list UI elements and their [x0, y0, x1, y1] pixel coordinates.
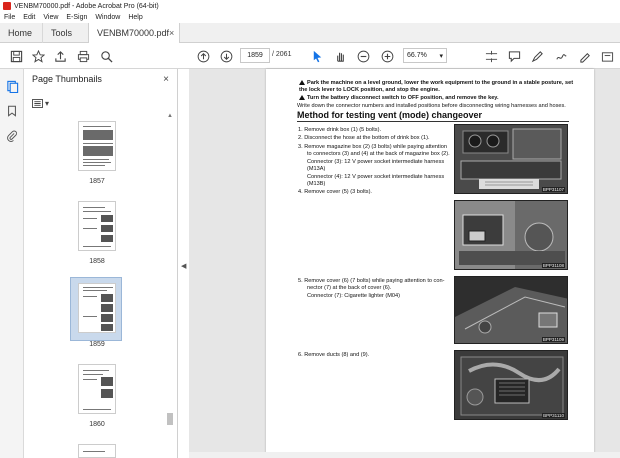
figure-ducts: BPP31110: [454, 350, 568, 420]
figure-cover-5: BPP31108: [454, 200, 568, 270]
step-2: 2. Disconnect the hose at the bottom of …: [298, 135, 430, 141]
draw-icon[interactable]: [554, 49, 568, 63]
fit-page-icon[interactable]: [484, 49, 498, 63]
menu-file[interactable]: File: [0, 14, 19, 21]
page-thumbnail-1859[interactable]: [78, 283, 116, 333]
title-bar: VENBM70000.pdf - Adobe Acrobat Pro (64-b…: [0, 0, 620, 12]
fill-sign-icon[interactable]: [578, 49, 592, 63]
page-thumbnail-1857[interactable]: [78, 121, 116, 171]
heading-underline: [297, 121, 569, 122]
search-icon[interactable]: [99, 49, 113, 63]
tab-tools[interactable]: Tools: [42, 23, 88, 43]
page-thumbnail-next[interactable]: [78, 444, 116, 458]
thumbnail-label-1858: 1858: [89, 258, 105, 265]
attachments-icon[interactable]: [5, 129, 19, 143]
thumbnail-label-1859: 1859: [89, 341, 105, 348]
step-4: 4. Remove cover (5) (3 bolts).: [298, 189, 372, 195]
upload-icon[interactable]: [53, 49, 67, 63]
step-3-line-6: (M13B): [307, 181, 326, 187]
panel-title: Page Thumbnails: [32, 74, 102, 84]
step-5-line-1: 5. Remove cover (6) (7 bolts) while payi…: [298, 278, 445, 284]
step-3-line-4: (M13A): [307, 166, 326, 172]
step-6: 6. Remove ducts (8) and (9).: [298, 352, 370, 358]
acrobat-app-icon: [3, 2, 11, 10]
list-options-icon: [32, 98, 43, 108]
step-5-line-3: Connector (7): Cigarette lighter (M04): [307, 293, 400, 299]
menu-window[interactable]: Window: [91, 14, 124, 21]
zoom-value: 66.7%: [407, 52, 427, 59]
note-text: Write down the connector numbers and ins…: [297, 103, 566, 109]
comment-icon[interactable]: [507, 49, 521, 63]
step-1: 1. Remove drink box (1) (5 bolts).: [298, 127, 382, 133]
figure-caption-2: BPP31108: [541, 263, 565, 268]
share-icon[interactable]: [600, 49, 614, 63]
highlight-pen-icon[interactable]: [530, 49, 544, 63]
tab-document[interactable]: VENBM70000.pdf ×: [88, 23, 180, 43]
step-3-line-2: to connectors (3) and (4) at the back of…: [307, 151, 450, 157]
thumbnail-panel-scrollbar[interactable]: ▲: [166, 113, 174, 458]
figure-magazine-box: BPP31107: [454, 124, 568, 194]
bookmark-star-icon[interactable]: [31, 49, 45, 63]
tab-home[interactable]: Home: [0, 23, 42, 43]
menu-help[interactable]: Help: [124, 14, 146, 21]
page-total: / 2061: [272, 51, 292, 58]
page-thumbnails-icon[interactable]: [5, 79, 19, 93]
close-panel-icon[interactable]: ×: [163, 74, 169, 85]
viewer-horizontal-scrollbar[interactable]: [189, 452, 620, 458]
tab-bar: Home Tools VENBM70000.pdf ×: [0, 23, 620, 43]
thumbnail-label-1860: 1860: [89, 421, 105, 428]
save-icon[interactable]: [9, 49, 23, 63]
step-3-line-5: Connector (4): 12 V power socket interme…: [307, 174, 445, 180]
next-page-icon[interactable]: [219, 49, 233, 63]
menu-esign[interactable]: E-Sign: [62, 14, 91, 21]
left-navigation-rail: [0, 69, 24, 458]
print-icon[interactable]: [76, 49, 90, 63]
zoom-in-icon[interactable]: [380, 49, 394, 63]
page-thumbnail-1858[interactable]: [78, 201, 116, 251]
toolbar: 1859 / 2061 66.7% ▾: [0, 43, 620, 69]
step-5-line-2: nector (7) at the back of cover (6).: [307, 285, 392, 291]
warning-triangle-icon: [299, 95, 305, 100]
warning-text-2: Turn the battery disconnect switch to OF…: [299, 95, 574, 102]
menu-edit[interactable]: Edit: [19, 14, 39, 21]
window-title: VENBM70000.pdf - Adobe Acrobat Pro (64-b…: [14, 2, 159, 10]
warning-triangle-icon: [299, 80, 305, 85]
hand-tool-icon[interactable]: [333, 49, 347, 63]
figure-caption-3: BPP31109: [541, 337, 565, 342]
warning-text-1: Park the machine on a level ground, lowe…: [299, 80, 574, 93]
step-3-line-1: 3. Remove magazine box (2) (3 bolts) whi…: [298, 144, 447, 150]
tab-document-label: VENBM70000.pdf: [97, 28, 170, 38]
figure-caption-1: BPP31107: [541, 187, 565, 192]
figure-caption-4: BPP31110: [542, 413, 565, 418]
menu-bar: File Edit View E-Sign Window Help: [0, 12, 620, 23]
section-heading: Method for testing vent (mode) changeove…: [297, 110, 483, 120]
thumbnail-label-1857: 1857: [89, 178, 105, 185]
figure-cover-6: BPP31109: [454, 276, 568, 344]
scrollbar-thumb[interactable]: [167, 413, 173, 425]
previous-page-icon[interactable]: [196, 49, 210, 63]
step-3-line-3: Connector (3): 12 V power socket interme…: [307, 159, 445, 165]
collapse-panel-icon[interactable]: ◀: [181, 262, 186, 270]
scroll-up-icon[interactable]: ▲: [167, 113, 173, 119]
page-number-input[interactable]: 1859: [240, 48, 270, 63]
menu-view[interactable]: View: [39, 14, 62, 21]
zoom-select[interactable]: 66.7% ▾: [403, 48, 447, 63]
zoom-out-icon[interactable]: [356, 49, 370, 63]
chevron-down-icon: ▾: [45, 98, 50, 108]
thumbnail-options-menu[interactable]: ▾: [32, 97, 54, 109]
page-thumbnail-1860[interactable]: [78, 364, 116, 414]
close-tab-icon[interactable]: ×: [169, 28, 174, 38]
chevron-down-icon: ▾: [439, 52, 443, 60]
select-cursor-icon[interactable]: [310, 49, 324, 63]
bookmarks-icon[interactable]: [5, 104, 19, 118]
panel-header: Page Thumbnails ×: [24, 69, 177, 89]
